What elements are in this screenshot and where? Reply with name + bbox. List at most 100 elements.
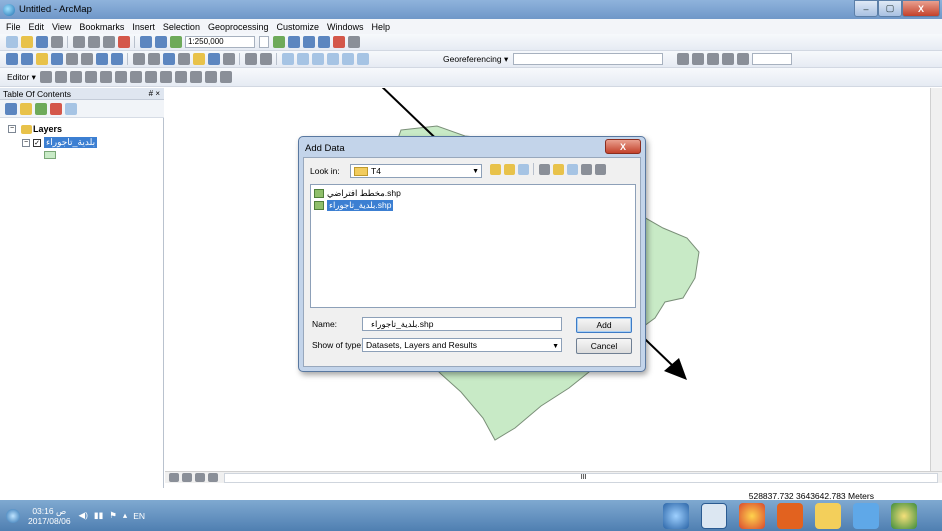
map-horizontal-scrollbar[interactable]: III — [223, 472, 938, 483]
georef-tool-3-icon[interactable] — [311, 53, 324, 65]
trace-icon[interactable] — [100, 71, 113, 83]
measure-icon[interactable] — [222, 53, 235, 65]
list-by-drawing-order-icon[interactable] — [4, 102, 17, 115]
menu-insert[interactable]: Insert — [132, 22, 155, 32]
fixed-zoom-in-icon[interactable] — [65, 53, 78, 65]
word-taskbar-icon[interactable] — [701, 503, 727, 529]
full-extent-icon[interactable] — [50, 53, 63, 65]
save-icon[interactable] — [35, 36, 48, 48]
list-by-source-icon[interactable] — [19, 102, 32, 115]
chevron-down-icon[interactable]: ▼ — [472, 168, 479, 175]
layers-frame-row[interactable]: − Layers — [8, 124, 62, 134]
cancel-button[interactable]: Cancel — [576, 338, 632, 354]
app-taskbar-icon[interactable] — [891, 503, 917, 529]
undo-icon[interactable] — [139, 36, 152, 48]
menu-view[interactable]: View — [52, 22, 71, 32]
editor-toolbar-icon[interactable] — [272, 36, 285, 48]
copy-icon[interactable] — [87, 36, 100, 48]
data-view-icon[interactable] — [169, 473, 179, 482]
sketch-properties-icon[interactable] — [205, 71, 218, 83]
menu-bookmarks[interactable]: Bookmarks — [79, 22, 124, 32]
menu-file[interactable]: File — [6, 22, 21, 32]
georef-link-table-icon[interactable] — [721, 53, 734, 65]
network-icon[interactable]: ▮▮ — [94, 510, 103, 521]
minimize-button[interactable]: – — [854, 0, 878, 17]
layer-expander[interactable]: − — [22, 138, 30, 147]
file-item-selected[interactable]: بلدية_تاجوراء.shp — [314, 200, 394, 211]
fixed-zoom-out-icon[interactable] — [80, 53, 93, 65]
arcmap-taskbar-icon[interactable] — [663, 503, 689, 529]
scale-dropdown-icon[interactable] — [259, 36, 269, 48]
dialog-close-button[interactable]: X — [605, 139, 641, 154]
options-icon[interactable] — [594, 163, 606, 175]
layout-view-icon[interactable] — [182, 473, 192, 482]
catalog-icon[interactable] — [566, 163, 578, 175]
identify-icon[interactable] — [162, 53, 175, 65]
layer-symbol-swatch[interactable] — [44, 151, 56, 159]
edit-vertices-icon[interactable] — [115, 71, 128, 83]
ie-taskbar-icon[interactable] — [853, 503, 879, 529]
open-icon[interactable] — [20, 36, 33, 48]
print-icon[interactable] — [50, 36, 63, 48]
menu-customize[interactable]: Customize — [277, 22, 320, 32]
html-popup-icon[interactable] — [192, 53, 205, 65]
toc-window-icon[interactable] — [287, 36, 300, 48]
start-button[interactable] — [6, 508, 20, 523]
edit-annotation-icon[interactable] — [55, 71, 68, 83]
file-list[interactable]: مخطط افتراضي.shp بلدية_تاجوراء.shp — [310, 184, 636, 308]
new-folder-icon[interactable] — [552, 163, 564, 175]
up-one-level-icon[interactable] — [489, 163, 501, 175]
editor-menu[interactable]: Editor ▾ — [7, 72, 36, 83]
create-features-icon[interactable] — [220, 71, 233, 83]
split-icon[interactable] — [160, 71, 173, 83]
tray-expand-icon[interactable]: ▴ — [123, 510, 127, 521]
georef-shift-icon[interactable] — [691, 53, 704, 65]
end-point-arc-icon[interactable] — [85, 71, 98, 83]
views-icon[interactable] — [538, 163, 550, 175]
select-features-icon[interactable] — [132, 53, 145, 65]
back-icon[interactable] — [95, 53, 108, 65]
home-folder-icon[interactable] — [503, 163, 515, 175]
select-elements-icon[interactable] — [147, 53, 160, 65]
menu-selection[interactable]: Selection — [163, 22, 200, 32]
menu-geoprocessing[interactable]: Geoprocessing — [208, 22, 269, 32]
connections-icon[interactable] — [580, 163, 592, 175]
chevron-down-icon[interactable]: ▼ — [552, 341, 559, 353]
paste-icon[interactable] — [102, 36, 115, 48]
clock[interactable]: 03:16 ص 2017/08/06 — [28, 506, 71, 526]
layers-expander[interactable]: − — [8, 125, 16, 133]
new-icon[interactable] — [5, 36, 18, 48]
map-vertical-scrollbar[interactable] — [930, 88, 942, 483]
list-by-visibility-icon[interactable] — [34, 102, 47, 115]
cut-icon[interactable] — [72, 36, 85, 48]
georef-rotate-icon[interactable] — [676, 53, 689, 65]
menu-help[interactable]: Help — [372, 22, 391, 32]
scale-combo[interactable]: 1:250,000 — [185, 36, 255, 48]
menu-windows[interactable]: Windows — [327, 22, 364, 32]
language-indicator[interactable]: EN — [133, 511, 145, 521]
georef-tool-5-icon[interactable] — [341, 53, 354, 65]
flag-icon[interactable]: ⚑ — [109, 510, 117, 521]
chrome-taskbar-icon[interactable] — [739, 503, 765, 529]
search-window-icon[interactable] — [317, 36, 330, 48]
layer-row[interactable]: − ✓ بلدية_تاجوراء — [22, 137, 98, 148]
show-type-select[interactable]: Datasets, Layers and Results ▼ — [362, 338, 562, 352]
arctoolbox-icon[interactable] — [332, 36, 345, 48]
edit-tool-icon[interactable] — [40, 71, 53, 83]
file-item[interactable]: مخطط افتراضي.shp — [314, 188, 401, 199]
close-button[interactable]: X — [902, 0, 940, 17]
media-taskbar-icon[interactable] — [777, 503, 803, 529]
look-in-combo[interactable]: T4 ▼ — [350, 164, 482, 178]
list-by-selection-icon[interactable] — [49, 102, 62, 115]
toc-pin-close[interactable]: # × — [149, 88, 160, 100]
georef-tool-1-icon[interactable] — [281, 53, 294, 65]
georef-layer-combo[interactable] — [513, 53, 664, 65]
georef-rotation-combo[interactable] — [752, 53, 793, 65]
layer-visibility-checkbox[interactable]: ✓ — [33, 138, 41, 147]
catalog-window-icon[interactable] — [302, 36, 315, 48]
layer-symbol-row[interactable] — [44, 151, 56, 159]
find-icon[interactable] — [207, 53, 220, 65]
pan-icon[interactable] — [35, 53, 48, 65]
maximize-button[interactable]: ▢ — [878, 0, 902, 17]
rotate-icon[interactable] — [175, 71, 188, 83]
